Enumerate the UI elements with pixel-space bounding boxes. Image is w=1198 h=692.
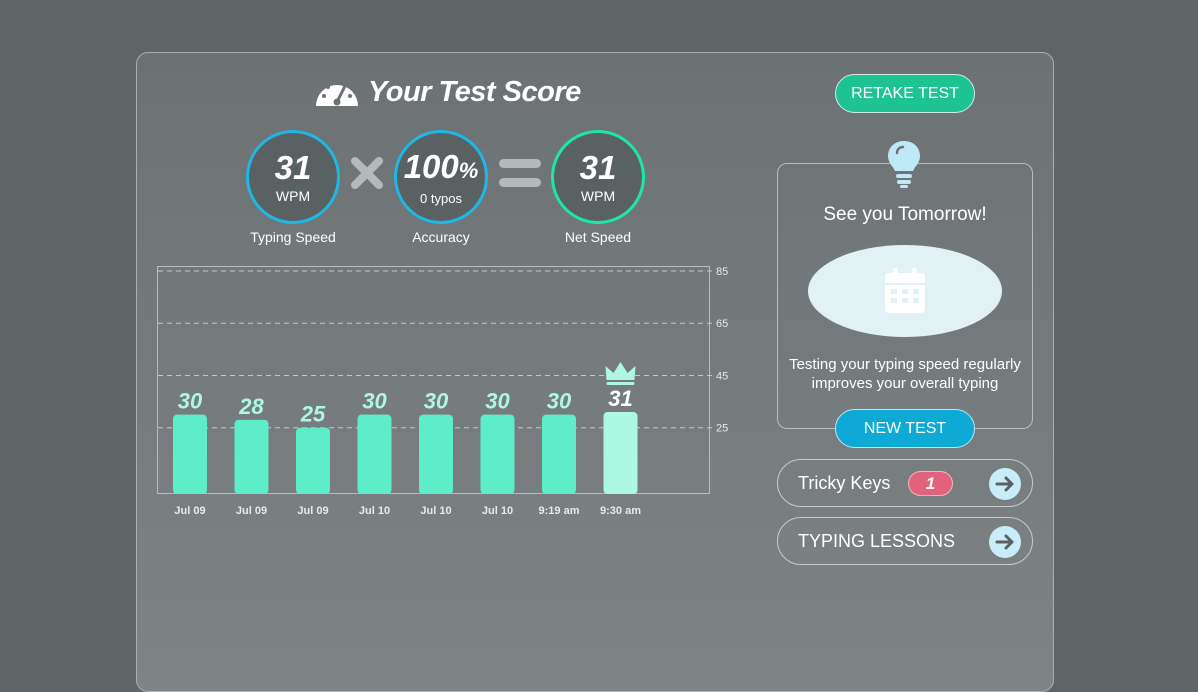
y-tick-label: 65 — [716, 318, 728, 330]
lightbulb-icon — [888, 141, 920, 188]
y-tick-label: 45 — [716, 370, 728, 382]
bar-value-label: 30 — [362, 389, 387, 414]
x-tick-label: Jul 10 — [420, 505, 451, 517]
chart-bar — [419, 414, 453, 494]
card-description: Testing your typing speed regularly impr… — [777, 355, 1033, 393]
y-tick-label: 85 — [716, 266, 728, 278]
crown-icon — [605, 362, 636, 381]
tricky-keys-label: Tricky Keys — [798, 473, 891, 493]
arrow-right-icon[interactable] — [989, 468, 1021, 500]
bar-value-label: 30 — [424, 389, 449, 414]
x-tick-label: Jul 09 — [236, 505, 267, 517]
new-test-button[interactable]: NEW TEST — [835, 409, 975, 448]
x-tick-label: 9:19 am — [539, 505, 580, 517]
typing-lessons-link[interactable]: TYPING LESSONS — [777, 517, 1033, 565]
card-description-line2: improves your overall typing — [811, 375, 999, 392]
calendar-icon — [885, 268, 925, 313]
bar-value-label: 28 — [238, 394, 264, 419]
x-tick-label: Jul 09 — [174, 505, 205, 517]
calendar-badge — [808, 245, 1002, 337]
arrow-right-icon[interactable] — [989, 526, 1021, 558]
chart-bar — [603, 412, 638, 494]
y-tick-label: 25 — [716, 423, 728, 435]
bar-value-label: 30 — [547, 389, 572, 414]
crown-base — [606, 382, 635, 386]
bar-value-label: 31 — [608, 386, 632, 411]
x-tick-label: Jul 09 — [297, 505, 328, 517]
x-tick-label: Jul 10 — [482, 505, 513, 517]
x-tick-label: Jul 10 — [359, 505, 390, 517]
bar-value-label: 25 — [300, 402, 326, 427]
chart-bar — [173, 414, 207, 494]
chart-bar — [542, 414, 576, 494]
x-tick-label: 9:30 am — [600, 505, 641, 517]
card-description-line1: Testing your typing speed regularly — [789, 356, 1021, 373]
tricky-keys-count-badge: 1 — [908, 471, 953, 496]
card-title: See you Tomorrow! — [823, 204, 987, 225]
chart-bar — [480, 414, 515, 494]
typing-lessons-label: TYPING LESSONS — [798, 531, 956, 551]
bar-value-label: 30 — [485, 389, 510, 414]
tricky-keys-link[interactable]: Tricky Keys 1 — [777, 459, 1033, 507]
chart-bar — [296, 427, 330, 494]
chart-bar — [234, 419, 269, 494]
bar-value-label: 30 — [178, 389, 203, 414]
chart-bar — [357, 414, 392, 494]
